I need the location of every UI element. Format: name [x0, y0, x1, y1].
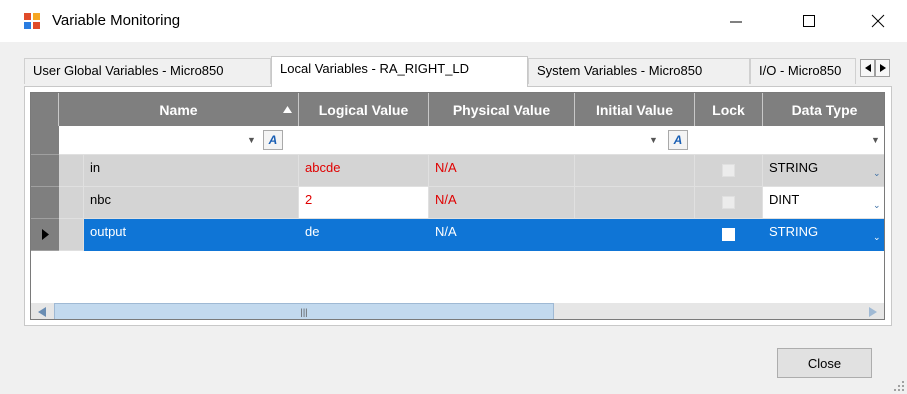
cell-logical-value[interactable]: de: [299, 219, 429, 251]
cell-data-type[interactable]: DINT: [763, 187, 884, 219]
title-bar: Variable Monitoring: [0, 0, 907, 42]
cell-data-type[interactable]: STRING: [763, 219, 884, 251]
lock-checkbox[interactable]: [722, 228, 735, 241]
tab-scroll-left-button[interactable]: [860, 59, 875, 77]
resize-grip-icon[interactable]: [894, 381, 904, 391]
cell-name[interactable]: output: [84, 219, 299, 251]
row-indent-cell: [59, 155, 84, 187]
column-header-name[interactable]: Name: [59, 93, 299, 126]
column-header-logical-value[interactable]: Logical Value: [299, 93, 429, 126]
row-header[interactable]: [31, 187, 59, 219]
tab-io[interactable]: I/O - Micro850: [750, 58, 856, 84]
column-header-label: Physical Value: [452, 101, 551, 118]
corner-header: [31, 93, 59, 126]
column-header-lock[interactable]: Lock: [695, 93, 763, 126]
cell-initial-value[interactable]: [575, 219, 695, 251]
window-title: Variable Monitoring: [52, 12, 181, 29]
tab-label: Local Variables - RA_RIGHT_LD: [280, 61, 470, 76]
tab-label: I/O - Micro850: [759, 63, 842, 78]
cell-logical-value[interactable]: abcde: [299, 155, 429, 187]
minimize-button[interactable]: [713, 0, 759, 42]
close-button-label: Close: [807, 355, 842, 371]
app-icon: [24, 13, 40, 29]
arrow-left-icon: [864, 64, 871, 72]
cell-lock: [695, 187, 763, 219]
column-header-label: Lock: [712, 101, 745, 118]
cell-initial-value[interactable]: [575, 155, 695, 187]
column-header-initial-value[interactable]: Initial Value: [575, 93, 695, 126]
cell-physical-value[interactable]: N/A: [429, 155, 575, 187]
scroll-left-icon[interactable]: [38, 307, 46, 317]
data-type-dropdown-icon[interactable]: ⌄: [873, 232, 881, 243]
filter-icon: A: [268, 133, 278, 147]
filter-dropdown-icon[interactable]: ▼: [871, 135, 880, 145]
data-type-dropdown-icon[interactable]: ⌄: [873, 168, 881, 179]
scroll-right-icon[interactable]: [869, 307, 877, 317]
cell-logical-value[interactable]: 2: [299, 187, 429, 219]
cell-name[interactable]: in: [84, 155, 299, 187]
cell-physical-value[interactable]: N/A: [429, 187, 575, 219]
tab-strip: User Global Variables - Micro850 Local V…: [24, 56, 892, 87]
row-header[interactable]: [31, 155, 59, 187]
row-indent-cell: [59, 187, 84, 219]
close-icon: [871, 14, 885, 28]
column-header-label: Logical Value: [318, 101, 409, 118]
filter-row-header: [31, 126, 59, 155]
column-header-label: Initial Value: [595, 101, 674, 118]
horizontal-scrollbar[interactable]: |||: [31, 303, 884, 319]
tab-panel: Name Logical Value Physical Value Initia…: [24, 86, 892, 326]
lock-checkbox[interactable]: [722, 196, 735, 209]
maximize-icon: [803, 15, 815, 27]
column-header-label: Name: [159, 101, 198, 118]
cell-lock: [695, 219, 763, 251]
column-header-label: Data Type: [791, 101, 858, 118]
scrollbar-thumb[interactable]: |||: [54, 303, 554, 319]
minimize-icon: [730, 21, 742, 23]
cell-physical-value[interactable]: N/A: [429, 219, 575, 251]
filter-icon: A: [673, 133, 683, 147]
grip-icon: |||: [300, 306, 308, 317]
maximize-button[interactable]: [786, 0, 832, 42]
filter-dropdown-icon[interactable]: ▼: [649, 135, 658, 145]
tab-label: User Global Variables - Micro850: [33, 63, 224, 78]
tab-system-variables[interactable]: System Variables - Micro850: [528, 58, 750, 84]
data-type-dropdown-icon[interactable]: ⌄: [873, 200, 881, 211]
filter-row: [59, 126, 884, 155]
lock-checkbox[interactable]: [722, 164, 735, 177]
tab-label: System Variables - Micro850: [537, 63, 703, 78]
tab-scroll-right-button[interactable]: [875, 59, 890, 77]
cell-initial-value[interactable]: [575, 187, 695, 219]
column-header-physical-value[interactable]: Physical Value: [429, 93, 575, 126]
arrow-right-icon: [879, 64, 886, 72]
row-header[interactable]: [31, 219, 59, 251]
filter-dropdown-icon[interactable]: ▼: [247, 135, 256, 145]
tab-user-global-variables[interactable]: User Global Variables - Micro850: [24, 58, 271, 84]
tab-local-variables[interactable]: Local Variables - RA_RIGHT_LD: [271, 56, 528, 87]
current-row-arrow-icon: [42, 229, 49, 240]
cell-lock: [695, 155, 763, 187]
close-button[interactable]: Close: [777, 348, 872, 378]
variables-grid: Name Logical Value Physical Value Initia…: [30, 92, 885, 320]
cell-name[interactable]: nbc: [84, 187, 299, 219]
filter-button-initial-value[interactable]: A: [668, 130, 688, 150]
close-window-button[interactable]: [855, 0, 901, 42]
row-indent-cell: [59, 219, 84, 251]
sort-ascending-icon: [283, 106, 292, 113]
cell-data-type[interactable]: STRING: [763, 155, 884, 187]
column-header-data-type[interactable]: Data Type: [763, 93, 884, 126]
filter-button-name[interactable]: A: [263, 130, 283, 150]
